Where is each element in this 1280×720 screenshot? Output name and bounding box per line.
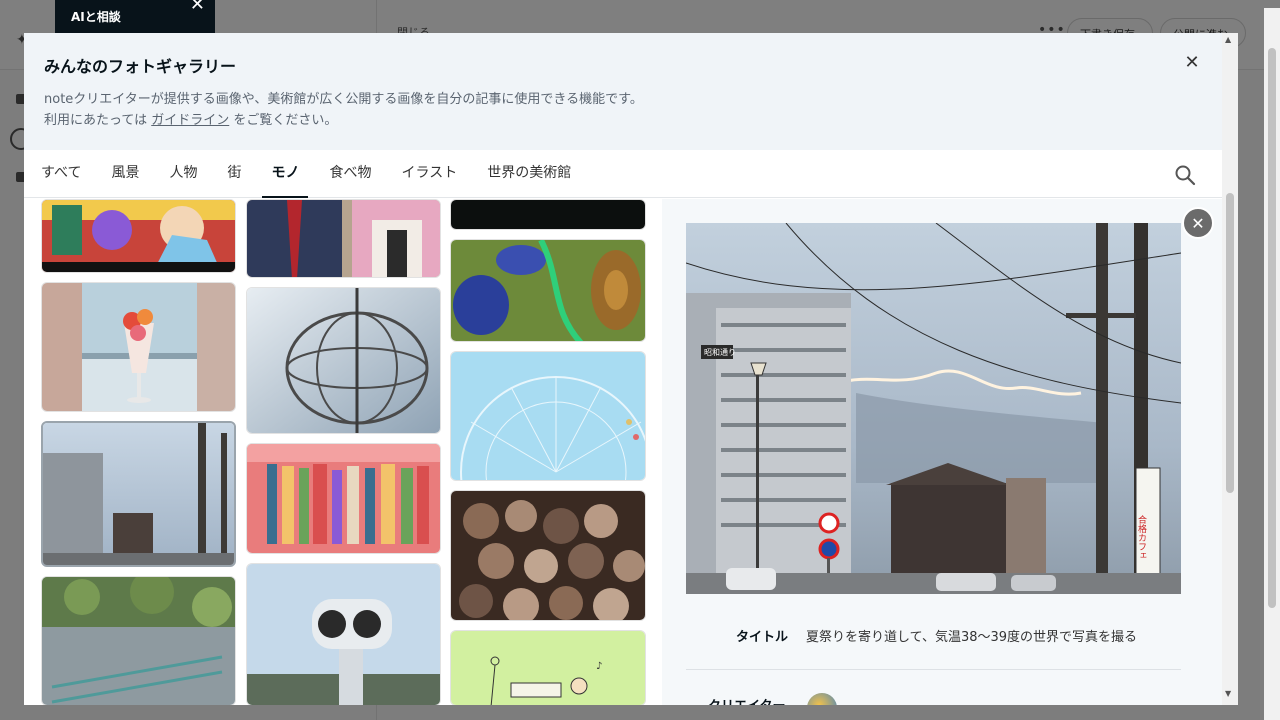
description-suffix: をご覧ください。 bbox=[229, 113, 338, 128]
creator-label: クリエイター bbox=[708, 695, 785, 705]
tab-people[interactable]: 人物 bbox=[160, 150, 206, 197]
svg-text:♪: ♪ bbox=[596, 661, 602, 672]
divider bbox=[686, 669, 1181, 670]
photo-gallery-modal: みんなのフォトギャラリー noteクリエイターが提供する画像や、美術館が広く公開… bbox=[24, 33, 1238, 705]
modal-scrollbar-thumb[interactable] bbox=[1226, 193, 1234, 493]
tab-museum[interactable]: 世界の美術館 bbox=[478, 150, 580, 197]
street-sign-text: 昭和通り bbox=[704, 347, 736, 357]
tile-sphere-sculpture[interactable] bbox=[246, 287, 441, 434]
category-tabs: すべて 風景 人物 街 モノ 食べ物 イラスト 世界の美術館 bbox=[24, 150, 1222, 198]
search-icon[interactable] bbox=[1174, 164, 1196, 186]
selected-photo[interactable]: 昭和通り 合格カフェ bbox=[686, 223, 1181, 594]
close-icon[interactable]: ✕ bbox=[190, 0, 205, 15]
tile-books[interactable] bbox=[246, 443, 441, 554]
photo-grid: ♪ bbox=[24, 199, 662, 705]
title-value: 夏祭りを寄り道して、気温38〜39度の世界で写真を撮る bbox=[806, 630, 1138, 645]
description-prefix: 利用にあたっては bbox=[44, 113, 152, 128]
tile-anime-kimono[interactable] bbox=[41, 199, 236, 273]
scroll-up-icon[interactable]: ▲ bbox=[1225, 35, 1231, 44]
tile-green-illustration[interactable]: ♪ bbox=[450, 630, 646, 705]
modal-title: みんなのフォトギャラリー bbox=[44, 57, 237, 76]
tab-illustration[interactable]: イラスト bbox=[392, 150, 466, 197]
tab-things[interactable]: モノ bbox=[262, 150, 309, 198]
modal-header: みんなのフォトギャラリー noteクリエイターが提供する画像や、美術館が広く公開… bbox=[24, 33, 1222, 150]
scroll-down-icon[interactable]: ▼ bbox=[1225, 689, 1231, 698]
tab-food[interactable]: 食べ物 bbox=[320, 150, 380, 197]
ai-consult-label: AIと相談 bbox=[71, 10, 121, 24]
modal-description: noteクリエイターが提供する画像や、美術館が広く公開する画像を自分の記事に使用… bbox=[44, 89, 1202, 131]
tile-dark[interactable] bbox=[450, 199, 646, 230]
tile-green-abstract[interactable] bbox=[450, 239, 646, 342]
guideline-link[interactable]: ガイドライン bbox=[151, 113, 229, 128]
tile-street-selected[interactable] bbox=[41, 421, 236, 567]
tab-city[interactable]: 街 bbox=[218, 150, 250, 197]
page-scrollbar-thumb[interactable] bbox=[1268, 48, 1276, 608]
tile-binoculars[interactable] bbox=[246, 563, 441, 705]
cafe-sign-text: 合格カフェ bbox=[1136, 514, 1147, 560]
tile-parfait[interactable] bbox=[41, 282, 236, 412]
close-icon[interactable]: ✕ bbox=[1182, 207, 1214, 239]
tile-plants-fence[interactable] bbox=[41, 576, 236, 705]
tile-metal-texture[interactable] bbox=[450, 490, 646, 621]
description-line: noteクリエイターが提供する画像や、美術館が広く公開する画像を自分の記事に使用… bbox=[44, 92, 643, 107]
tab-all[interactable]: すべて bbox=[32, 150, 90, 197]
title-label: タイトル bbox=[736, 630, 789, 645]
photo-detail-panel: 昭和通り 合格カフェ ✕ タイトル 夏祭りを寄り道して、気温38〜39度の世界で… bbox=[662, 199, 1222, 705]
close-icon[interactable]: ✕ bbox=[1182, 53, 1202, 73]
avatar[interactable] bbox=[807, 693, 837, 705]
tile-anime-office[interactable] bbox=[246, 199, 441, 278]
modal-scrollbar[interactable]: ▲ ▼ bbox=[1222, 33, 1238, 705]
tab-landscape[interactable]: 風景 bbox=[102, 150, 148, 197]
tile-ferris-wheel[interactable] bbox=[450, 351, 646, 481]
page-scrollbar[interactable] bbox=[1264, 8, 1280, 720]
description-line: 利用にあたっては ガイドライン をご覧ください。 bbox=[44, 110, 1202, 131]
